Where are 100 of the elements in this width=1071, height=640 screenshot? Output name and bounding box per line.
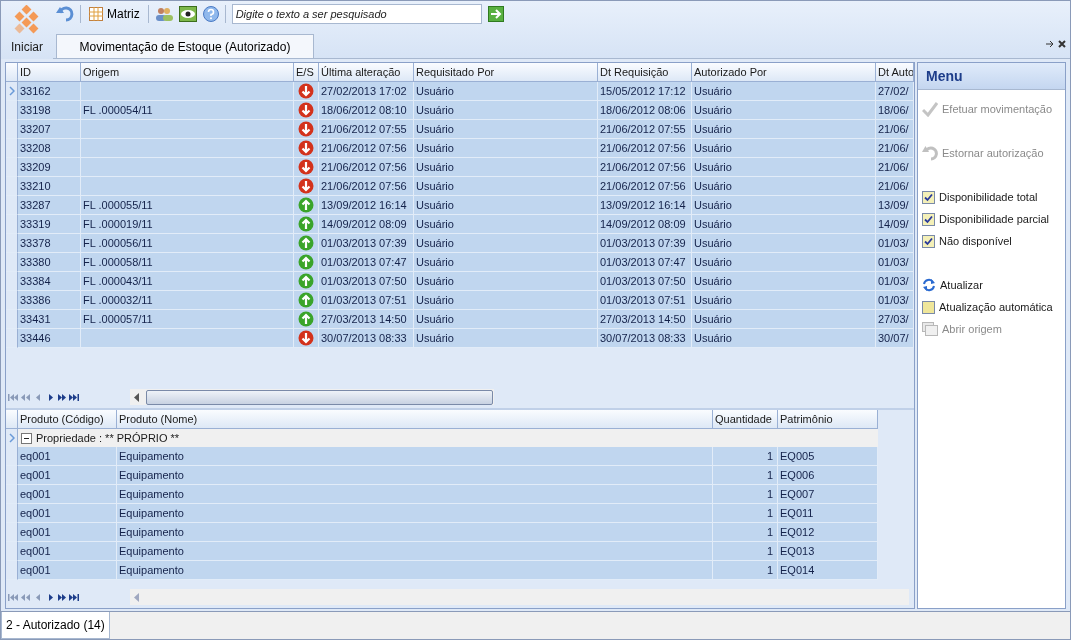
table-cell: EQ014 — [778, 561, 878, 580]
table-cell: 30/07/2013 08:33 — [319, 329, 414, 348]
column-header[interactable]: Requisitado Por — [414, 63, 598, 82]
table-cell: eq001 — [18, 466, 117, 485]
table-cell: Usuário — [414, 120, 598, 139]
column-header[interactable]: E/S — [294, 63, 319, 82]
table-cell: Usuário — [692, 310, 876, 329]
start-menu-label[interactable]: Iniciar — [11, 40, 43, 54]
table-cell: Usuário — [692, 139, 876, 158]
table-cell: Usuário — [414, 177, 598, 196]
menu-item[interactable]: Atualização automática — [939, 301, 1053, 313]
table-cell: 1 — [713, 523, 778, 542]
column-header[interactable]: Origem — [81, 63, 294, 82]
table-cell: Usuário — [414, 139, 598, 158]
table-cell: 1 — [713, 542, 778, 561]
checkbox[interactable] — [922, 300, 935, 314]
checkbox[interactable] — [922, 190, 935, 204]
menu-item[interactable]: Atualizar — [940, 279, 983, 291]
table-cell: Usuário — [692, 101, 876, 120]
menu-item[interactable]: Disponibilidade parcial — [939, 213, 1050, 225]
table-cell: FL .000054/11 — [81, 101, 294, 120]
table-cell: 1 — [713, 447, 778, 466]
table-cell: Usuário — [414, 291, 598, 310]
collapse-icon[interactable] — [21, 432, 32, 444]
table-cell: Usuário — [692, 291, 876, 310]
table-cell: Usuário — [692, 120, 876, 139]
table-cell: 33209 — [18, 158, 81, 177]
table-cell: 33287 — [18, 196, 81, 215]
column-header[interactable]: Última alteração — [319, 63, 414, 82]
table-cell: Usuário — [414, 101, 598, 120]
go-arrow-icon[interactable] — [487, 6, 504, 22]
status-tab[interactable]: 2 - Autorizado (14) — [1, 612, 110, 639]
table-cell: 18/06/2012 08:06 — [598, 101, 692, 120]
record-navigator-icon[interactable] — [8, 592, 80, 602]
menu-item[interactable]: Não disponível — [939, 235, 1012, 247]
column-header[interactable]: Patrimônio — [778, 410, 878, 429]
close-icon[interactable] — [1058, 40, 1066, 48]
users-icon[interactable] — [154, 6, 173, 22]
table-cell: 01/03/ — [876, 272, 914, 291]
table-cell: 14/09/2012 08:09 — [598, 215, 692, 234]
table-cell: Usuário — [692, 329, 876, 348]
table-cell: EQ007 — [778, 485, 878, 504]
table-cell: 27/03/2013 14:50 — [319, 310, 414, 329]
undo-icon[interactable] — [56, 6, 74, 22]
table-cell: eq001 — [18, 447, 117, 466]
table-cell: 1 — [713, 561, 778, 580]
table-cell: Usuário — [414, 196, 598, 215]
table-cell: 27/03/2013 14:50 — [598, 310, 692, 329]
column-header[interactable]: Autorizado Por — [692, 63, 876, 82]
table-cell: 21/06/2012 07:56 — [598, 177, 692, 196]
table-cell: 21/06/2012 07:56 — [598, 158, 692, 177]
record-navigator-icon[interactable] — [8, 392, 80, 402]
table-cell: Usuário — [414, 215, 598, 234]
table-cell: Usuário — [414, 158, 598, 177]
table-cell: 33446 — [18, 329, 81, 348]
table-cell: 27/03/ — [876, 310, 914, 329]
group-row-label: Propriedade : ** PRÓPRIO ** — [36, 432, 180, 444]
table-cell: Equipamento — [117, 523, 713, 542]
column-header[interactable]: ID — [18, 63, 81, 82]
table-cell: Usuário — [692, 158, 876, 177]
column-header[interactable]: Produto (Nome) — [117, 410, 713, 429]
checkbox[interactable] — [922, 212, 935, 226]
table-cell: 21/06/ — [876, 120, 914, 139]
menu-item[interactable]: Disponibilidade total — [939, 191, 1038, 203]
table-cell: 33319 — [18, 215, 81, 234]
table-cell: 1 — [713, 466, 778, 485]
column-header[interactable]: Dt Auto — [876, 63, 914, 82]
column-header[interactable]: Dt Requisição — [598, 63, 692, 82]
matrix-button[interactable]: Matriz — [87, 5, 142, 23]
row-indicator[interactable] — [6, 82, 18, 101]
table-cell: 33207 — [18, 120, 81, 139]
table-cell: 01/03/ — [876, 253, 914, 272]
help-icon[interactable] — [202, 6, 219, 22]
table-cell: Usuário — [692, 215, 876, 234]
horizontal-scrollbar[interactable] — [130, 589, 909, 605]
row-indicator-header — [6, 63, 18, 82]
checkbox[interactable] — [922, 234, 935, 248]
table-cell: 13/09/2012 16:14 — [319, 196, 414, 215]
table-cell: 14/09/ — [876, 215, 914, 234]
table-cell: 21/06/ — [876, 158, 914, 177]
column-header[interactable]: Quantidade — [713, 410, 778, 429]
table-cell: 14/09/2012 08:09 — [319, 215, 414, 234]
table-cell: 13/09/ — [876, 196, 914, 215]
table-cell: 01/03/2013 07:39 — [319, 234, 414, 253]
table-cell: Usuário — [414, 329, 598, 348]
table-cell: 18/06/ — [876, 101, 914, 120]
table-cell: 15/05/2012 17:12 — [598, 82, 692, 101]
table-cell: 33198 — [18, 101, 81, 120]
document-tab[interactable]: Movimentação de Estoque (Autorizado) — [56, 34, 314, 58]
search-field[interactable]: Digite o texto a ser pesquisado — [231, 4, 482, 24]
menu-title: Menu — [918, 63, 1065, 90]
table-cell: 27/02/2013 17:02 — [319, 82, 414, 101]
eye-icon[interactable] — [178, 6, 197, 22]
table-cell: 21/06/2012 07:56 — [319, 139, 414, 158]
pin-arrow-icon[interactable] — [1046, 40, 1055, 48]
column-header[interactable]: Produto (Código) — [18, 410, 117, 429]
table-cell: Usuário — [414, 253, 598, 272]
table-cell: 33208 — [18, 139, 81, 158]
scroll-left-icon[interactable] — [134, 392, 140, 402]
table-cell: FL .000032/11 — [81, 291, 294, 310]
